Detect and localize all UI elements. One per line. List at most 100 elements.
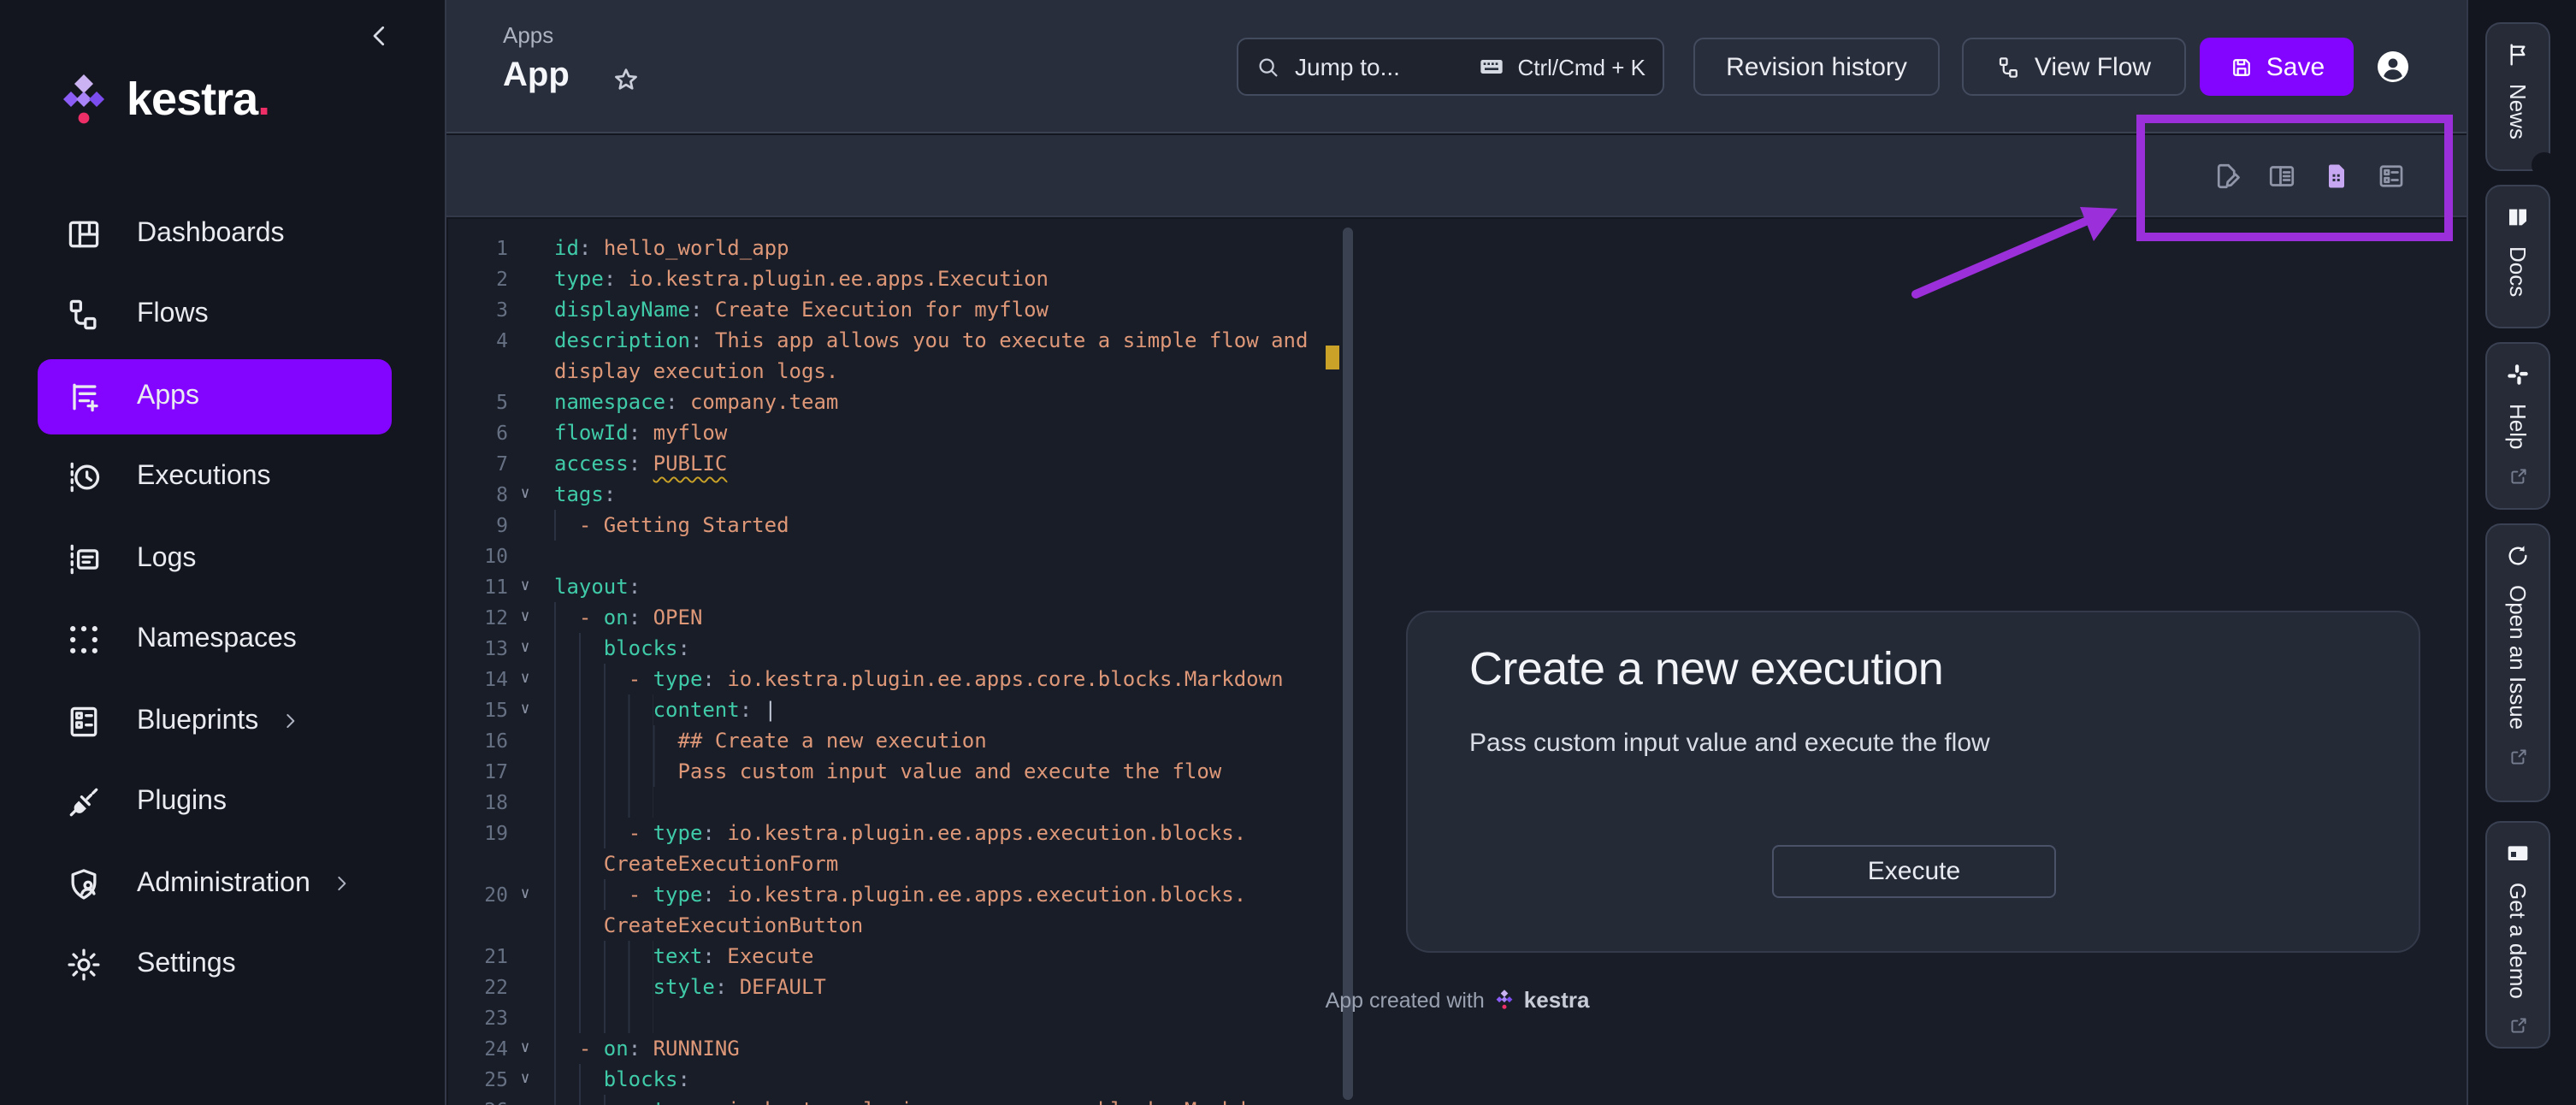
fold-chevron-icon[interactable]: ∨: [508, 609, 542, 626]
collapse-sidebar-icon[interactable]: [364, 21, 395, 51]
file-edit-icon[interactable]: [2212, 161, 2242, 192]
code-line-6[interactable]: 6flowId: myflow: [448, 417, 1372, 448]
indent-guides: [554, 664, 629, 694]
code-line-17[interactable]: 17Pass custom input value and execute th…: [448, 756, 1372, 787]
code-line-24[interactable]: 24∨- on: RUNNING: [448, 1033, 1372, 1064]
code-line-20[interactable]: 20∨- type: io.kestra.plugin.ee.apps.exec…: [448, 879, 1372, 910]
docs-icon: [2504, 204, 2532, 231]
rail-item-get-a-demo[interactable]: Get a demo: [2485, 821, 2550, 1049]
code-line-13[interactable]: 13∨blocks:: [448, 633, 1372, 664]
code-line-8[interactable]: 8∨tags:: [448, 479, 1372, 510]
sidebar-item-blueprints[interactable]: Blueprints: [38, 683, 392, 759]
view-flow-button[interactable]: View Flow: [1962, 38, 2186, 96]
code-editor[interactable]: 1id: hello_world_app2type: io.kestra.plu…: [448, 233, 1372, 1105]
code-line-wrap[interactable]: CreateExecutionButton: [448, 910, 1372, 941]
rail-notch: [2532, 152, 2557, 178]
kestra-mini-logo-icon: [1495, 989, 1514, 1011]
chevron-right-icon: [331, 872, 353, 895]
sidebar-item-dashboards[interactable]: Dashboards: [38, 196, 392, 271]
fold-chevron-icon[interactable]: ∨: [508, 671, 542, 688]
code-token: -: [579, 1037, 604, 1061]
split-view-icon[interactable]: [2266, 161, 2297, 192]
code-line-10[interactable]: 10: [448, 541, 1372, 571]
fold-chevron-icon[interactable]: ∨: [508, 886, 542, 903]
revision-history-button[interactable]: Revision history: [1693, 38, 1940, 96]
code-line-2[interactable]: 2type: io.kestra.plugin.ee.apps.Executio…: [448, 263, 1372, 294]
code-line-12[interactable]: 12∨- on: OPEN: [448, 602, 1372, 633]
favorite-star-icon[interactable]: [611, 65, 641, 96]
code-token: -: [629, 1098, 653, 1105]
sidebar-item-label: Plugins: [137, 787, 227, 818]
code-token: tags: [554, 482, 604, 506]
rail-item-open-an-issue[interactable]: Open an Issue: [2485, 523, 2550, 802]
fold-chevron-icon[interactable]: ∨: [508, 1071, 542, 1088]
top-header: Apps App Jump to... Ctrl/Cmd + K Revisio…: [446, 0, 2467, 133]
editor-scrollbar[interactable]: [1343, 228, 1353, 1100]
user-avatar[interactable]: [2378, 51, 2408, 82]
news-icon: [2504, 41, 2532, 68]
sidebar-item-settings[interactable]: Settings: [38, 927, 392, 1002]
line-number: 19: [448, 821, 508, 845]
code-line-1[interactable]: 1id: hello_world_app: [448, 233, 1372, 263]
code-token: type: [653, 1098, 703, 1105]
editor-toolbar: [446, 135, 2467, 217]
code-line-3[interactable]: 3displayName: Create Execution for myflo…: [448, 294, 1372, 325]
code-line-21[interactable]: 21text: Execute: [448, 941, 1372, 972]
line-number: 16: [448, 729, 508, 753]
code-token: PUBLIC: [653, 452, 728, 476]
code-line-18[interactable]: 18: [448, 787, 1372, 818]
sidebar-item-executions[interactable]: Executions: [38, 440, 392, 515]
form-grid-icon[interactable]: [2376, 161, 2407, 192]
indent-guides: [554, 941, 653, 972]
line-number: 8: [448, 482, 508, 506]
fold-chevron-icon[interactable]: ∨: [508, 1040, 542, 1057]
code-token: company.team: [690, 390, 838, 414]
kestra-logo[interactable]: kestra.: [60, 72, 269, 128]
code-line-5[interactable]: 5namespace: company.team: [448, 387, 1372, 417]
code-line-wrap[interactable]: display execution logs.: [448, 356, 1372, 387]
code-line-26[interactable]: 26- type: io.kestra.plugin.ee.apps.core.…: [448, 1095, 1372, 1105]
rail-item-label: Open an Issue: [2505, 585, 2531, 730]
fold-chevron-icon[interactable]: ∨: [508, 701, 542, 718]
code-line-15[interactable]: 15∨content: |: [448, 694, 1372, 725]
sidebar-item-apps[interactable]: Apps: [38, 358, 392, 434]
search-placeholder: Jump to...: [1295, 53, 1478, 80]
rail-item-help[interactable]: Help: [2485, 342, 2550, 510]
code-token: RUNNING: [653, 1037, 740, 1061]
code-line-4[interactable]: 4description: This app allows you to exe…: [448, 325, 1372, 356]
sidebar-item-logs[interactable]: Logs: [38, 521, 392, 596]
code-line-16[interactable]: 16 ## Create a new execution: [448, 725, 1372, 756]
code-token: ## Create a new execution: [677, 729, 986, 753]
rail-item-label: Docs: [2505, 246, 2531, 297]
sidebar-item-namespaces[interactable]: Namespaces: [38, 602, 392, 677]
code-token: CreateExecutionForm: [604, 852, 839, 876]
code-token: flowId: [554, 421, 629, 445]
rail-item-docs[interactable]: Docs: [2485, 185, 2550, 328]
code-line-wrap[interactable]: CreateExecutionForm: [448, 848, 1372, 879]
save-button[interactable]: Save: [2200, 38, 2354, 96]
line-number: 5: [448, 390, 508, 414]
jump-to-search[interactable]: Jump to... Ctrl/Cmd + K: [1237, 38, 1664, 96]
code-line-25[interactable]: 25∨blocks:: [448, 1064, 1372, 1095]
rail-item-news[interactable]: News: [2485, 22, 2550, 171]
indent-guides: [554, 756, 677, 787]
execute-button[interactable]: Execute: [1772, 845, 2056, 898]
sidebar-item-administration[interactable]: Administration: [38, 846, 392, 921]
breadcrumb[interactable]: Apps: [503, 22, 553, 48]
code-token: :: [702, 883, 727, 907]
rail-item-label: Get a demo: [2505, 883, 2531, 999]
fold-chevron-icon[interactable]: ∨: [508, 578, 542, 595]
indent-guides: [554, 879, 629, 910]
code-line-19[interactable]: 19- type: io.kestra.plugin.ee.apps.execu…: [448, 818, 1372, 848]
fold-chevron-icon[interactable]: ∨: [508, 640, 542, 657]
fold-chevron-icon[interactable]: ∨: [508, 486, 542, 503]
code-line-7[interactable]: 7access: PUBLIC: [448, 448, 1372, 479]
code-line-11[interactable]: 11∨layout:: [448, 571, 1372, 602]
code-token: Execute: [727, 944, 813, 968]
code-line-9[interactable]: 9- Getting Started: [448, 510, 1372, 541]
sidebar-item-flows[interactable]: Flows: [38, 277, 392, 352]
file-preview-icon[interactable]: [2321, 161, 2352, 192]
code-line-14[interactable]: 14∨- type: io.kestra.plugin.ee.apps.core…: [448, 664, 1372, 694]
indent-guides: [554, 848, 604, 879]
sidebar-item-plugins[interactable]: Plugins: [38, 765, 392, 840]
